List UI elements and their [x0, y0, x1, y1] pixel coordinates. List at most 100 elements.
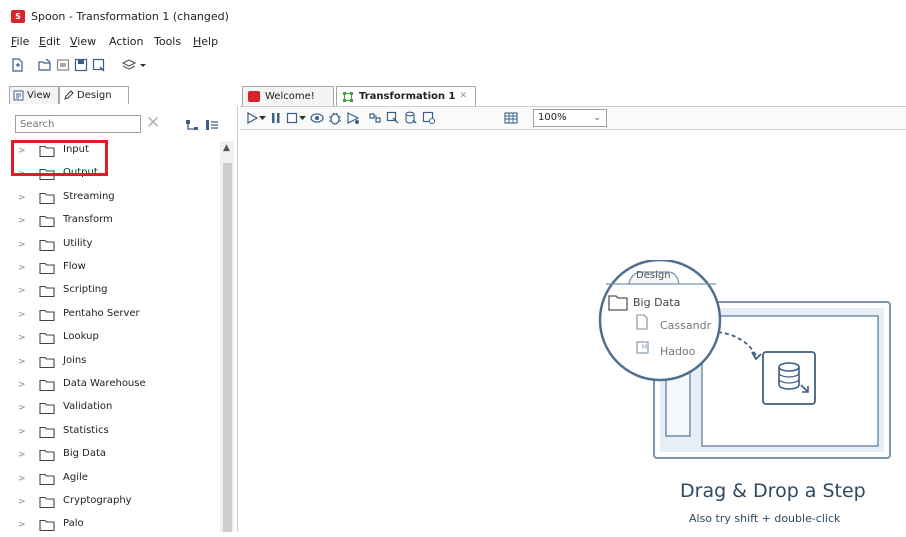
tree-scrollbar[interactable]: ▲: [220, 141, 234, 532]
expand-chevron-icon[interactable]: >: [18, 193, 26, 203]
save-icon[interactable]: [74, 58, 88, 72]
save-as-icon[interactable]: [92, 58, 106, 72]
tree-item-label: Big Data: [63, 448, 107, 460]
expand-chevron-icon[interactable]: >: [18, 286, 26, 296]
expand-chevron-icon[interactable]: >: [18, 216, 26, 226]
folder-icon: [39, 192, 55, 204]
expand-chevron-icon[interactable]: >: [18, 474, 26, 484]
tree-item-flow[interactable]: > Flow: [0, 258, 220, 280]
expand-chevron-icon[interactable]: >: [18, 380, 26, 390]
expand-chevron-icon[interactable]: >: [18, 520, 26, 530]
show-results-grid-icon[interactable]: [504, 111, 518, 125]
folder-icon: [39, 262, 55, 274]
tree-item-validation[interactable]: > Validation: [0, 398, 220, 420]
search-input[interactable]: [15, 115, 141, 133]
editor-tabs: Welcome! Transformation 1 ✕: [240, 84, 906, 106]
run-dropdown-icon[interactable]: [259, 115, 266, 121]
replay-icon[interactable]: [346, 111, 360, 125]
open-file-icon[interactable]: [38, 58, 52, 72]
tree-item-streaming[interactable]: > Streaming: [0, 188, 220, 210]
transformation-toolbar: 100% ⌄: [240, 106, 906, 130]
tree-item-cryptography[interactable]: > Cryptography: [0, 492, 220, 514]
menu-help[interactable]: Help: [193, 35, 218, 48]
expand-chevron-icon[interactable]: >: [18, 333, 26, 343]
tree-item-label: Utility: [63, 237, 93, 249]
explore-db-icon[interactable]: [422, 111, 436, 125]
stop-icon[interactable]: [286, 112, 298, 124]
menu-view[interactable]: View: [70, 35, 96, 48]
left-panel-tabs: View Design: [0, 84, 237, 106]
expand-chevron-icon[interactable]: >: [18, 240, 26, 250]
tab-transformation-1[interactable]: Transformation 1 ✕: [336, 86, 476, 106]
scroll-thumb[interactable]: [223, 163, 232, 532]
tree-item-lookup[interactable]: > Lookup: [0, 328, 220, 350]
tree-item-pentaho-server[interactable]: > Pentaho Server: [0, 305, 220, 327]
stop-dropdown-icon[interactable]: [299, 115, 306, 121]
folder-icon: [39, 333, 55, 345]
tab-view[interactable]: View: [9, 86, 59, 104]
tree-item-label: Transform: [63, 214, 113, 226]
tab-design[interactable]: Design: [59, 86, 129, 104]
scroll-up-icon[interactable]: ▲: [223, 143, 230, 153]
tree-item-transform[interactable]: > Transform: [0, 211, 220, 233]
verify-icon[interactable]: [368, 111, 382, 125]
illustration-big-data-label: Big Data: [633, 296, 681, 309]
menu-edit[interactable]: Edit: [39, 35, 60, 48]
tree-item-utility[interactable]: > Utility: [0, 235, 220, 257]
expand-all-icon[interactable]: [185, 119, 199, 131]
tree-item-joins[interactable]: > Joins: [0, 352, 220, 374]
tree-item-statistics[interactable]: > Statistics: [0, 422, 220, 444]
sql-icon[interactable]: [404, 111, 418, 125]
illustration-design-tab-label: Design: [636, 270, 671, 281]
folder-icon: [39, 309, 55, 321]
explore-repository-icon[interactable]: [56, 58, 70, 72]
illustration-cassandra-label: Cassandr: [660, 319, 712, 332]
debug-icon[interactable]: [328, 111, 342, 125]
perspective-layers-icon[interactable]: [122, 58, 136, 72]
folder-icon: [39, 379, 55, 391]
menu-action[interactable]: Action: [109, 35, 143, 48]
perspective-dropdown-icon[interactable]: [138, 58, 148, 72]
tree-item-big-data[interactable]: > Big Data: [0, 445, 220, 467]
folder-icon: [39, 286, 55, 298]
collapse-all-icon[interactable]: [205, 119, 219, 131]
expand-chevron-icon[interactable]: >: [18, 403, 26, 413]
expand-chevron-icon[interactable]: >: [18, 497, 26, 507]
tree-item-scripting[interactable]: > Scripting: [0, 281, 220, 303]
folder-icon: [39, 216, 55, 228]
tree-item-label: Validation: [63, 401, 113, 413]
tree-item-label: Cryptography: [63, 495, 132, 506]
input-highlight-box: [11, 140, 108, 176]
tree-item-label: Agile: [63, 471, 88, 483]
tree-item-label: Joins: [63, 354, 87, 366]
tree-item-label: Statistics: [63, 424, 109, 436]
tree-item-data-warehouse[interactable]: > Data Warehouse: [0, 375, 220, 397]
expand-chevron-icon[interactable]: >: [18, 357, 26, 367]
preview-eye-icon[interactable]: [310, 112, 324, 124]
menu-tools[interactable]: Tools: [154, 35, 181, 48]
menu-file[interactable]: File: [11, 35, 29, 48]
zoom-select[interactable]: 100% ⌄: [533, 109, 607, 127]
tree-item-label: Flow: [63, 261, 86, 272]
folder-icon: [39, 426, 55, 438]
window-title: Spoon - Transformation 1 (changed): [31, 10, 229, 23]
pause-icon[interactable]: [270, 112, 282, 124]
expand-chevron-icon[interactable]: >: [18, 263, 26, 273]
spoon-logo-icon: S: [11, 10, 25, 23]
tab-welcome[interactable]: Welcome!: [242, 86, 334, 106]
transformation-canvas[interactable]: Design Big Data Cassandr H Hadoo Drag & …: [240, 130, 906, 532]
expand-chevron-icon[interactable]: >: [18, 450, 26, 460]
new-file-icon[interactable]: [10, 58, 24, 72]
impact-analysis-icon[interactable]: [386, 111, 400, 125]
run-icon[interactable]: [246, 112, 258, 124]
drag-drop-subtitle: Also try shift + double-click: [689, 512, 841, 525]
folder-icon: [39, 450, 55, 462]
menu-bar: File Edit View Action Tools Help: [0, 33, 906, 51]
tree-item-label: Palo: [63, 518, 84, 530]
expand-chevron-icon[interactable]: >: [18, 310, 26, 320]
close-tab-icon[interactable]: ✕: [459, 87, 467, 106]
tree-item-agile[interactable]: > Agile: [0, 469, 220, 491]
tree-item-palo[interactable]: > Palo: [0, 515, 220, 537]
clear-search-icon[interactable]: ✕: [146, 114, 160, 132]
expand-chevron-icon[interactable]: >: [18, 427, 26, 437]
